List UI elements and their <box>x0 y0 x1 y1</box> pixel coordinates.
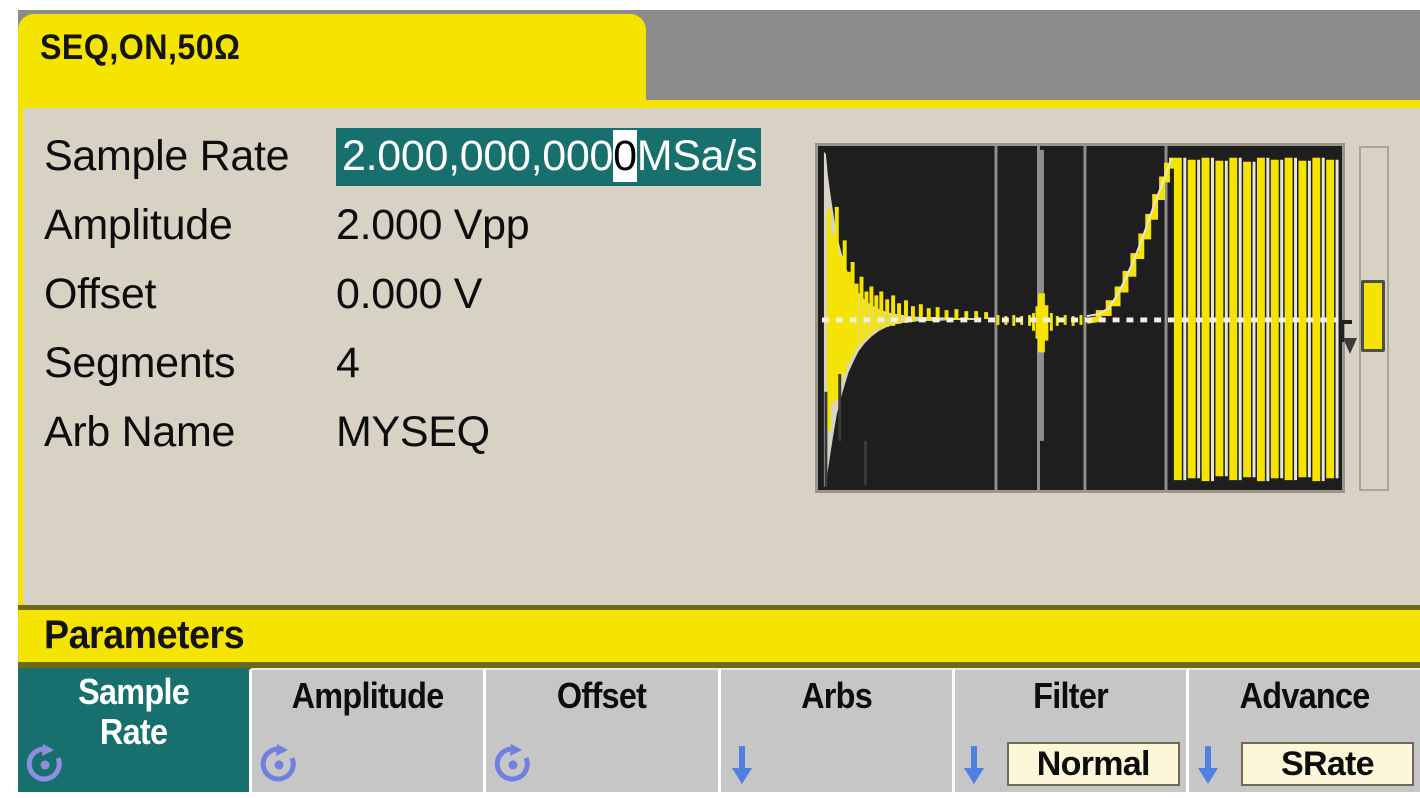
softkey-value-advance[interactable]: SRate <box>1240 742 1415 786</box>
down-arrow-icon <box>1195 742 1237 788</box>
parameter-label: Segments <box>44 339 236 387</box>
softkey-arbs[interactable]: Arbs <box>720 668 955 792</box>
softkey-label: Advance <box>1239 675 1370 716</box>
status-tab[interactable]: SEQ,ON,50Ω <box>18 14 646 108</box>
parameter-row-arb-name[interactable]: Arb Name MYSEQ <box>44 404 804 473</box>
softkey-filter[interactable]: Filter Normal <box>954 668 1189 792</box>
parameter-value[interactable]: MYSEQ <box>336 404 490 460</box>
softkey-label: Amplitude <box>291 675 445 716</box>
waveform-canvas <box>818 146 1342 490</box>
rotary-knob-icon <box>492 742 534 788</box>
softkey-label: Arbs <box>800 675 873 716</box>
waveform-preview[interactable] <box>815 143 1345 493</box>
waveform-scroll-thumb[interactable] <box>1361 280 1385 352</box>
panel-top-accent <box>646 100 1420 108</box>
softkey-value-filter[interactable]: Normal <box>1006 742 1180 786</box>
status-tab-label: SEQ,ON,50Ω <box>40 28 241 67</box>
rotary-knob-icon <box>24 742 66 788</box>
softkey-label: Sample Rate <box>30 672 238 752</box>
parameter-value[interactable]: 2.000 Vpp <box>336 197 530 253</box>
softkey-amplitude[interactable]: Amplitude <box>252 668 487 792</box>
softkey-label-line2: Rate <box>99 711 168 752</box>
softkey-label-line1: Sample <box>78 671 190 712</box>
parameter-value[interactable]: 0.000 V <box>336 266 482 322</box>
sample-rate-value-field[interactable]: 2.000,000,000 0 MSa/s <box>336 128 762 186</box>
sample-rate-unit: MSa/s <box>636 132 758 180</box>
rotary-knob-icon <box>258 742 300 788</box>
down-arrow-icon <box>727 742 769 788</box>
digit-cursor[interactable]: 0 <box>613 130 637 182</box>
parameter-list: Sample Rate 2.000,000,000 0 MSa/s Amplitud… <box>44 128 804 473</box>
softkey-label: Filter <box>1032 675 1109 716</box>
parameter-label: Arb Name <box>44 408 236 456</box>
parameter-label: Offset <box>44 270 157 318</box>
sample-rate-digits: 2.000,000,000 <box>342 132 614 180</box>
menu-bar: Parameters <box>18 610 1420 662</box>
parameter-label: Amplitude <box>44 201 233 249</box>
softkey-row: Sample Rate Amplitude Offset Arbs Filter… <box>18 668 1420 792</box>
parameter-row-segments[interactable]: Segments 4 <box>44 335 804 404</box>
softkey-offset[interactable]: Offset <box>486 668 721 792</box>
down-arrow-icon <box>961 742 1003 788</box>
softkey-advance[interactable]: Advance SRate <box>1188 668 1420 792</box>
parameter-row-offset[interactable]: Offset 0.000 V <box>44 266 804 335</box>
parameter-row-sample-rate[interactable]: Sample Rate 2.000,000,000 0 MSa/s <box>44 128 804 197</box>
parameter-row-amplitude[interactable]: Amplitude 2.000 Vpp <box>44 197 804 266</box>
instrument-display: SEQ,ON,50Ω Sample Rate 2.000,000,000 0 MSa… <box>0 0 1420 798</box>
softkey-label: Offset <box>557 675 647 716</box>
softkey-sample-rate[interactable]: Sample Rate <box>18 668 253 792</box>
scroll-down-marker-icon <box>1338 318 1360 358</box>
parameter-label: Sample Rate <box>44 132 290 180</box>
parameter-value[interactable]: 4 <box>336 335 360 391</box>
menu-title: Parameters <box>44 613 245 657</box>
